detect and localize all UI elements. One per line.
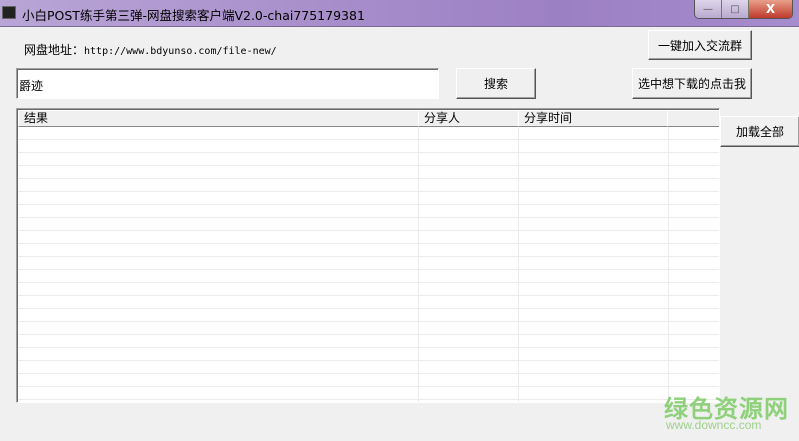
column-header-sharer[interactable]: 分享人 — [418, 110, 519, 127]
column-header-result[interactable]: 结果 — [18, 110, 419, 127]
column-divider — [418, 127, 419, 402]
close-button[interactable]: X — [749, 0, 792, 18]
window-controls: — □ X — [694, 0, 793, 19]
address-label-text: 网盘地址： — [24, 43, 85, 57]
results-list[interactable]: 结果 分享人 分享时间 — [16, 108, 720, 403]
download-selected-button[interactable]: 选中想下载的点击我 — [632, 68, 752, 99]
window-title: 小白POST练手第三弹-网盘搜索客户端V2.0-chai775179381 — [22, 8, 365, 23]
minimize-button[interactable]: — — [695, 0, 722, 18]
column-header-extra[interactable] — [667, 110, 719, 127]
column-header-share-time[interactable]: 分享时间 — [518, 110, 668, 127]
watermark-url: www.downcc.com — [666, 418, 762, 432]
column-divider — [668, 127, 669, 402]
column-divider — [518, 127, 519, 402]
address-url: http://www.bdyunso.com/file-new/ — [84, 46, 277, 57]
table-rows — [18, 127, 719, 402]
maximize-button[interactable]: □ — [722, 0, 749, 18]
join-group-button[interactable]: 一键加入交流群 — [648, 30, 752, 60]
search-button[interactable]: 搜索 — [456, 68, 536, 99]
load-all-button[interactable]: 加载全部 — [720, 116, 799, 147]
address-label: 网盘地址：http://www.bdyunso.com/file-new/ — [24, 41, 277, 58]
search-input[interactable]: 爵迹 — [16, 68, 439, 99]
title-bar: 小白POST练手第三弹-网盘搜索客户端V2.0-chai775179381 — … — [0, 0, 799, 27]
app-icon — [2, 6, 16, 19]
